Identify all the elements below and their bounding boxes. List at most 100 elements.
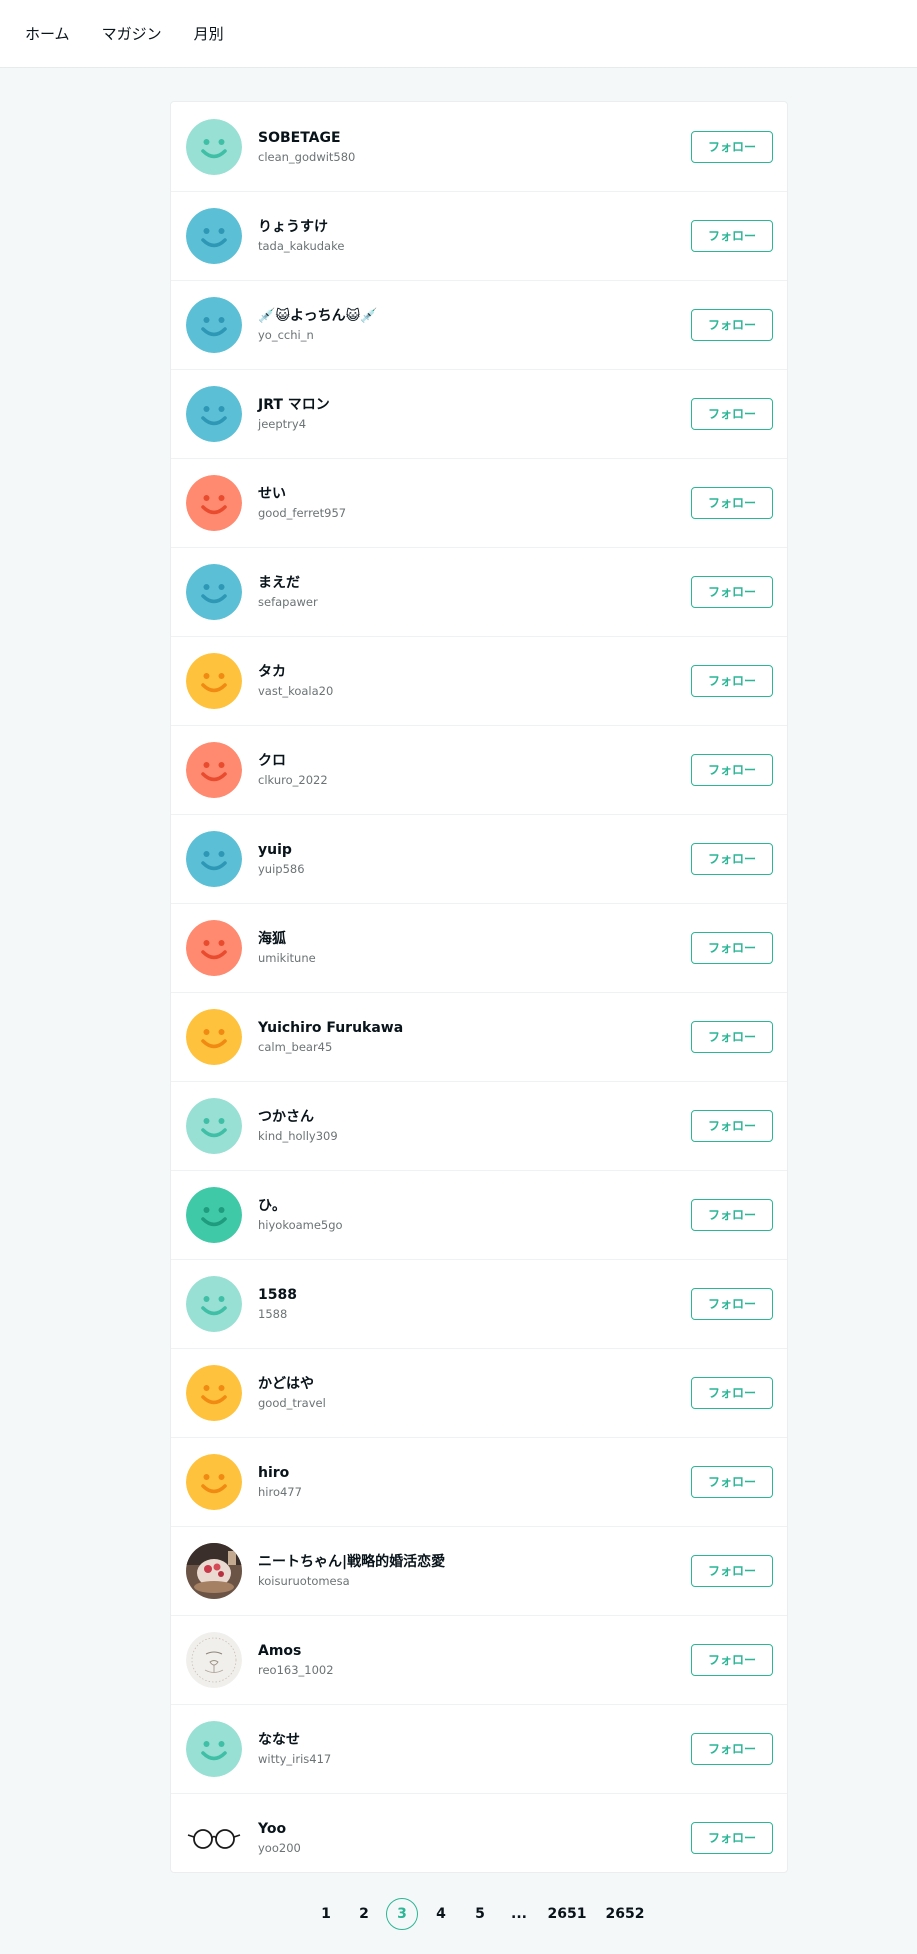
user-row: タカ vast_koala20 フォロー [171, 637, 787, 726]
avatar-smiley-icon[interactable] [186, 831, 242, 887]
user-handle: umikitune [258, 951, 316, 965]
user-display-name[interactable]: SOBETAGE [258, 129, 341, 147]
follower-list: SOBETAGE clean_godwit580 フォロー りょうすけ tada_kak… [170, 101, 788, 1873]
avatar-smiley-icon[interactable] [186, 1098, 242, 1154]
avatar-photo[interactable] [186, 1543, 242, 1599]
user-display-name[interactable]: つかさん [258, 1108, 314, 1126]
user-row: クロ clkuro_2022 フォロー [171, 726, 787, 815]
page-link[interactable]: 4 [433, 1898, 449, 1930]
follow-button[interactable]: フォロー [691, 1822, 773, 1854]
follow-button[interactable]: フォロー [691, 220, 773, 252]
follow-button[interactable]: フォロー [691, 131, 773, 163]
user-display-name[interactable]: hiro [258, 1464, 289, 1482]
avatar-smiley-icon[interactable] [186, 1721, 242, 1777]
avatar-smiley-icon[interactable] [186, 475, 242, 531]
user-display-name[interactable]: Amos [258, 1642, 301, 1660]
nav-magazine-link[interactable]: マガジン [102, 24, 162, 44]
avatar-smiley-icon[interactable] [186, 742, 242, 798]
user-display-name[interactable]: せい [258, 485, 286, 503]
nav-home-link[interactable]: ホーム [25, 24, 70, 44]
page-link[interactable]: 2 [356, 1898, 372, 1930]
follow-button[interactable]: フォロー [691, 1644, 773, 1676]
user-row: 💉😺よっちん😺💉 yo_cchi_n フォロー [171, 281, 787, 370]
user-display-name[interactable]: Yoo [258, 1820, 286, 1838]
follow-button[interactable]: フォロー [691, 1466, 773, 1498]
user-display-name[interactable]: yuip [258, 841, 292, 859]
user-row: hiro hiro477 フォロー [171, 1438, 787, 1527]
user-display-name[interactable]: ひ。 [258, 1197, 286, 1215]
user-handle: yuip586 [258, 862, 305, 876]
page-ellipsis: ... [511, 1906, 527, 1922]
user-display-name[interactable]: クロ [258, 752, 286, 770]
user-handle: koisuruotomesa [258, 1574, 350, 1588]
avatar-smiley-icon[interactable] [186, 386, 242, 442]
user-row: SOBETAGE clean_godwit580 フォロー [171, 103, 787, 192]
user-display-name[interactable]: Yuichiro Furukawa [258, 1019, 403, 1037]
avatar-smiley-icon[interactable] [186, 208, 242, 264]
page-link[interactable]: 5 [472, 1898, 488, 1930]
avatar-stamp-image[interactable] [186, 1632, 242, 1688]
avatar-smiley-icon[interactable] [186, 653, 242, 709]
user-display-name[interactable]: 海狐 [258, 930, 286, 948]
page-link[interactable]: 2652 [605, 1898, 645, 1930]
avatar-smiley-icon[interactable] [186, 920, 242, 976]
user-row: ニートちゃん|戦略的婚活恋愛 koisuruotomesa フォロー [171, 1527, 787, 1616]
user-row: Amos reo163_1002 フォロー [171, 1616, 787, 1705]
user-display-name[interactable]: 1588 [258, 1286, 297, 1304]
user-handle: good_ferret957 [258, 506, 347, 520]
user-handle: hiyokoame5go [258, 1218, 343, 1232]
top-navigation: ホーム マガジン 月別 [0, 0, 917, 68]
user-display-name[interactable]: タカ [258, 663, 286, 681]
follow-button[interactable]: フォロー [691, 932, 773, 964]
follow-button[interactable]: フォロー [691, 1288, 773, 1320]
user-display-name[interactable]: かどはや [258, 1375, 314, 1393]
follow-button[interactable]: フォロー [691, 1199, 773, 1231]
user-display-name[interactable]: ななせ [258, 1731, 300, 1749]
page-link[interactable]: 1 [318, 1898, 334, 1930]
user-handle: clkuro_2022 [258, 773, 328, 787]
user-row: ななせ witty_iris417 フォロー [171, 1705, 787, 1794]
follow-button[interactable]: フォロー [691, 1110, 773, 1142]
follow-button[interactable]: フォロー [691, 843, 773, 875]
follow-button[interactable]: フォロー [691, 576, 773, 608]
user-row: yuip yuip586 フォロー [171, 815, 787, 904]
follow-button[interactable]: フォロー [691, 1555, 773, 1587]
user-handle: sefapawer [258, 595, 318, 609]
user-row: 海狐 umikitune フォロー [171, 904, 787, 993]
page-link[interactable]: 2651 [547, 1898, 587, 1930]
follow-button[interactable]: フォロー [691, 1377, 773, 1409]
avatar-smiley-icon[interactable] [186, 119, 242, 175]
avatar-smiley-icon[interactable] [186, 1365, 242, 1421]
user-display-name[interactable]: 💉😺よっちん😺💉 [258, 307, 378, 325]
user-handle: clean_godwit580 [258, 150, 356, 164]
follow-button[interactable]: フォロー [691, 309, 773, 341]
user-handle: kind_holly309 [258, 1129, 338, 1143]
user-row: Yuichiro Furukawa calm_bear45 フォロー [171, 993, 787, 1082]
follow-button[interactable]: フォロー [691, 665, 773, 697]
user-display-name[interactable]: ニートちゃん|戦略的婚活恋愛 [258, 1553, 445, 1571]
follow-button[interactable]: フォロー [691, 398, 773, 430]
follow-button[interactable]: フォロー [691, 754, 773, 786]
user-row: せい good_ferret957 フォロー [171, 459, 787, 548]
avatar-smiley-icon[interactable] [186, 564, 242, 620]
follow-button[interactable]: フォロー [691, 1021, 773, 1053]
user-display-name[interactable]: りょうすけ [258, 218, 328, 236]
avatar-smiley-icon[interactable] [186, 1276, 242, 1332]
user-display-name[interactable]: JRT マロン [258, 396, 330, 414]
user-handle: reo163_1002 [258, 1663, 334, 1677]
page-current[interactable]: 3 [386, 1898, 418, 1930]
avatar-smiley-icon[interactable] [186, 1454, 242, 1510]
nav-monthly-link[interactable]: 月別 [194, 24, 224, 44]
avatar-smiley-icon[interactable] [186, 297, 242, 353]
avatar-smiley-icon[interactable] [186, 1187, 242, 1243]
user-display-name[interactable]: まえだ [258, 574, 300, 592]
follow-button[interactable]: フォロー [691, 487, 773, 519]
user-row: つかさん kind_holly309 フォロー [171, 1082, 787, 1171]
avatar-glasses-icon[interactable] [186, 1810, 242, 1866]
user-handle: tada_kakudake [258, 239, 345, 253]
avatar-smiley-icon[interactable] [186, 1009, 242, 1065]
user-row: 1588 1588 フォロー [171, 1260, 787, 1349]
user-row: まえだ sefapawer フォロー [171, 548, 787, 637]
follow-button[interactable]: フォロー [691, 1733, 773, 1765]
user-handle: yo_cchi_n [258, 328, 314, 342]
